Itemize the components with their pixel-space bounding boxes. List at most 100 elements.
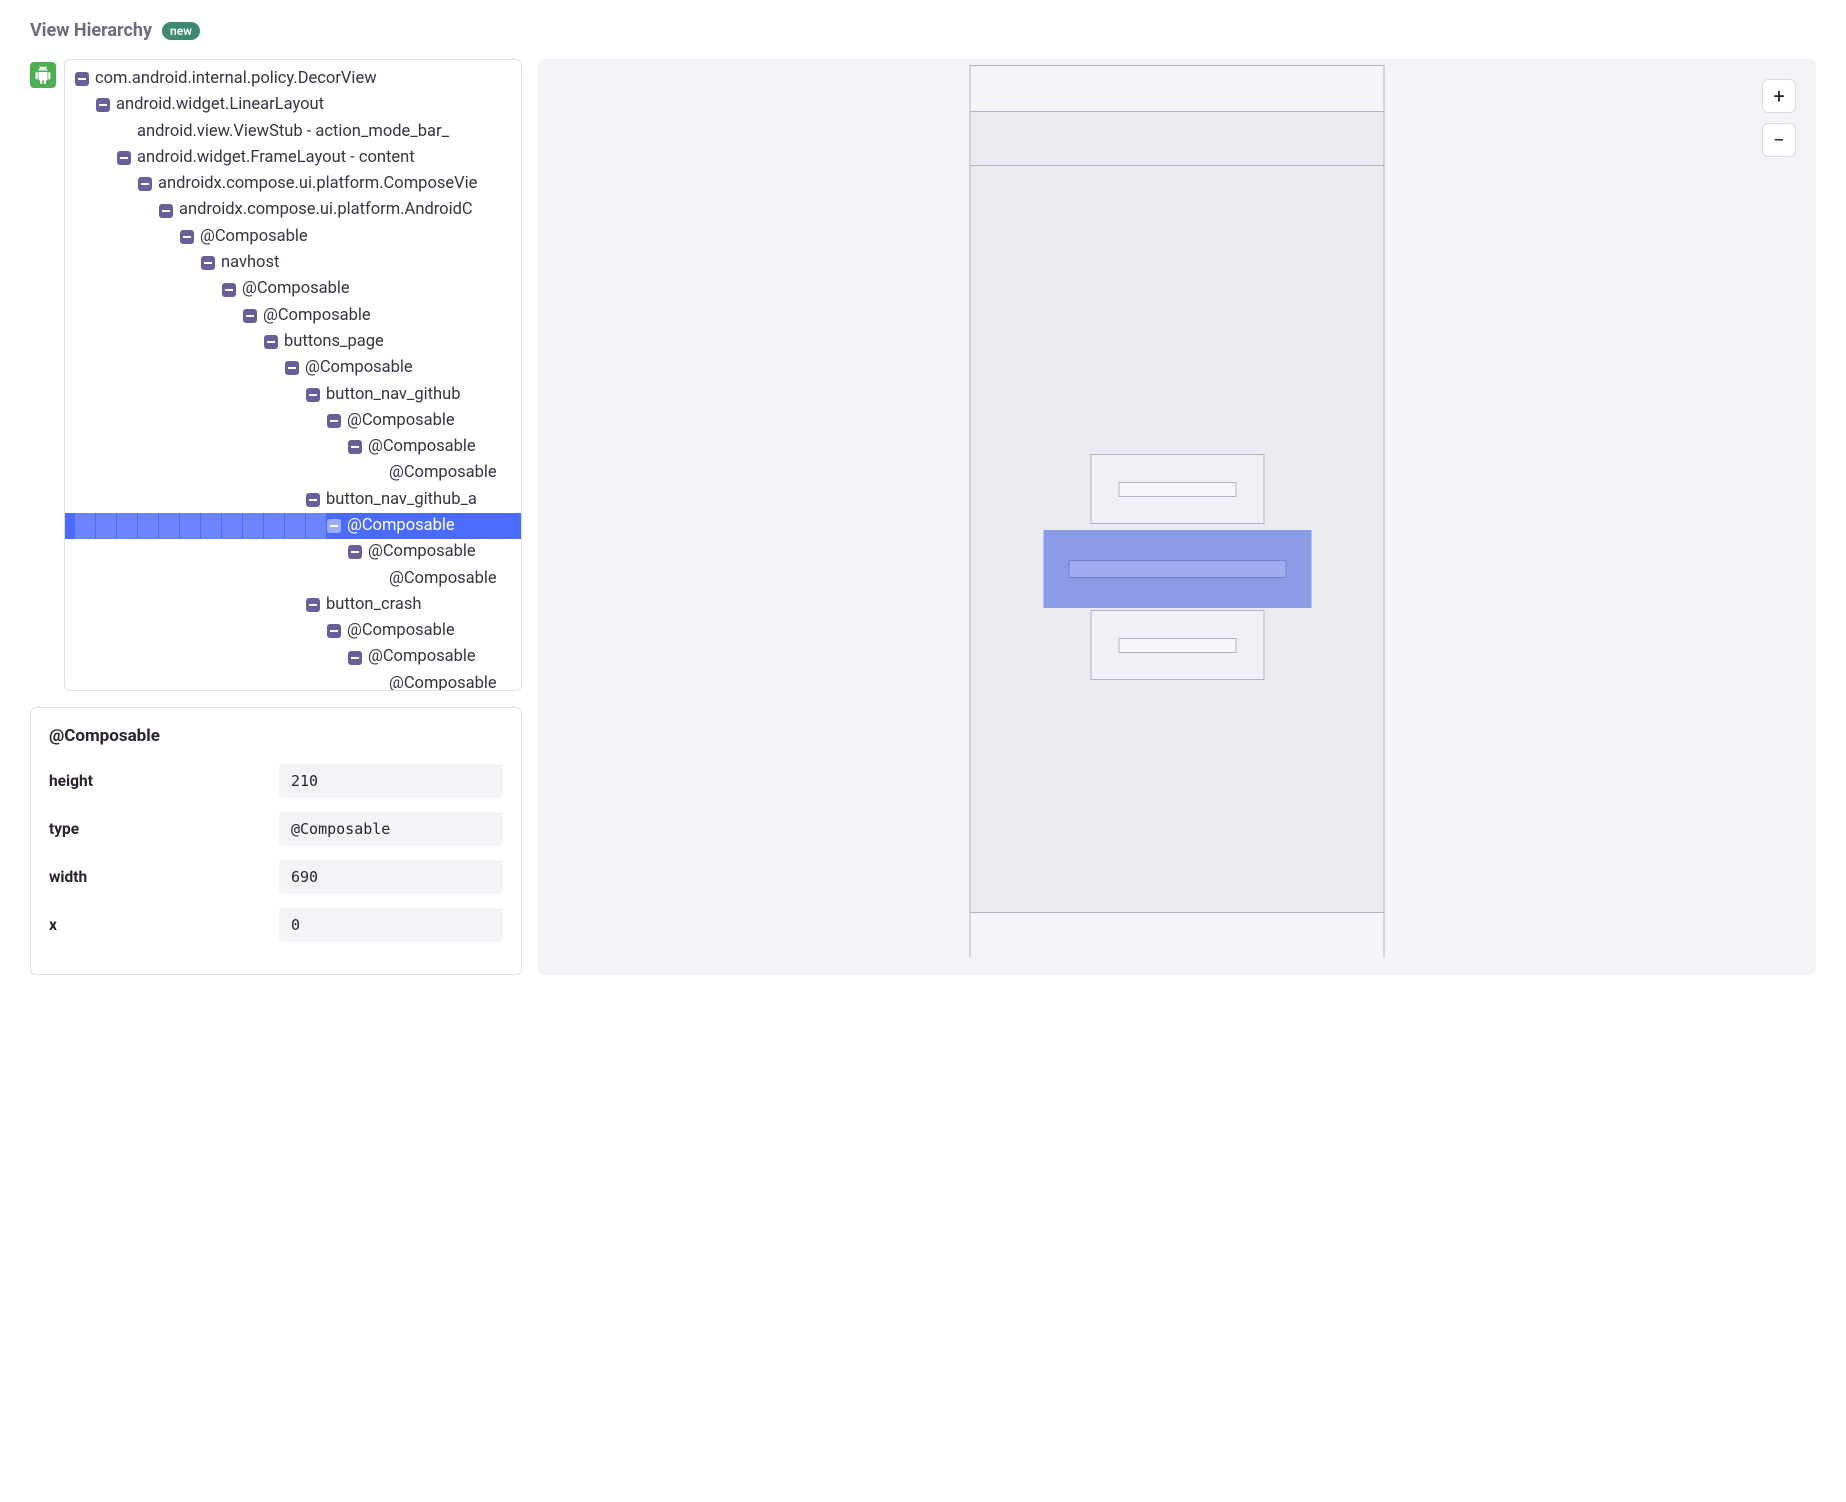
tree-row[interactable]: android.view.ViewStub - action_mode_bar_	[65, 119, 521, 145]
property-row: type@Composable	[49, 812, 503, 846]
tree-node-label: com.android.internal.policy.DecorView	[95, 66, 377, 92]
tree-row[interactable]: @Composable	[65, 618, 521, 644]
collapse-icon[interactable]	[117, 151, 131, 165]
android-icon	[30, 62, 56, 88]
collapse-icon[interactable]	[327, 414, 341, 428]
tree-row[interactable]: @Composable	[65, 460, 521, 486]
tree-row[interactable]: androidx.compose.ui.platform.AndroidC	[65, 197, 521, 223]
property-row: height210	[49, 764, 503, 798]
tree-node-label: @Composable	[347, 408, 455, 434]
tree-node-label: button_nav_github	[326, 382, 461, 408]
collapse-icon[interactable]	[285, 361, 299, 375]
tree-row[interactable]: @Composable	[65, 408, 521, 434]
tree-node-label: androidx.compose.ui.platform.AndroidC	[179, 197, 473, 223]
tree-row[interactable]: navhost	[65, 250, 521, 276]
collapse-icon[interactable]	[348, 440, 362, 454]
preview-button-1	[1090, 454, 1264, 524]
collapse-icon[interactable]	[306, 493, 320, 507]
tree-node-label: buttons_page	[284, 329, 384, 355]
device-frame	[970, 65, 1385, 957]
tree-node-label: button_nav_github_a	[326, 487, 477, 513]
tree-row[interactable]: androidx.compose.ui.platform.ComposeVie	[65, 171, 521, 197]
tree-node-label: button_crash	[326, 592, 421, 618]
zoom-in-button[interactable]: +	[1762, 79, 1796, 113]
preview-selected-element	[1043, 530, 1311, 608]
tree-node-label: android.view.ViewStub - action_mode_bar_	[137, 119, 449, 145]
tree-row[interactable]: @Composable	[65, 303, 521, 329]
main: com.android.internal.policy.DecorViewand…	[30, 59, 1816, 975]
tree-row[interactable]: @Composable	[65, 539, 521, 565]
tree-node-label: android.widget.FrameLayout - content	[137, 145, 415, 171]
tree-row[interactable]: @Composable	[65, 224, 521, 250]
tree-row[interactable]: @Composable	[65, 671, 521, 691]
collapse-icon[interactable]	[327, 519, 341, 533]
tree-node-label: @Composable	[368, 644, 476, 670]
tree-node-label: @Composable	[347, 618, 455, 644]
property-key: type	[49, 820, 279, 838]
tree-row[interactable]: button_crash	[65, 592, 521, 618]
header: View Hierarchy new	[30, 20, 1816, 41]
tree-node-label: navhost	[221, 250, 279, 276]
collapse-icon[interactable]	[75, 72, 89, 86]
collapse-icon[interactable]	[243, 309, 257, 323]
tree-node-label: @Composable	[200, 224, 308, 250]
device-content	[971, 166, 1384, 912]
tree-node-label: @Composable	[242, 276, 350, 302]
tree-row[interactable]: android.widget.FrameLayout - content	[65, 145, 521, 171]
tree-row[interactable]: button_nav_github_a	[65, 487, 521, 513]
property-value: 210	[279, 764, 503, 798]
tree-node-label: @Composable	[389, 460, 497, 486]
collapse-icon[interactable]	[201, 256, 215, 270]
collapse-icon[interactable]	[159, 204, 173, 218]
preview-panel[interactable]: + −	[538, 59, 1816, 975]
tree-node-label: @Composable	[347, 513, 455, 539]
property-row: width690	[49, 860, 503, 894]
collapse-icon[interactable]	[222, 283, 236, 297]
collapse-icon[interactable]	[327, 624, 341, 638]
tree-node-label: @Composable	[263, 303, 371, 329]
zoom-controls: + −	[1762, 79, 1796, 157]
tree-row[interactable]: @Composable	[65, 513, 521, 539]
collapse-icon[interactable]	[348, 545, 362, 559]
tree-row[interactable]: @Composable	[65, 645, 521, 671]
tree-row[interactable]: @Composable	[65, 434, 521, 460]
collapse-icon[interactable]	[348, 651, 362, 665]
tree-row[interactable]: com.android.internal.policy.DecorView	[65, 66, 521, 92]
tree-node-label: @Composable	[368, 434, 476, 460]
collapse-icon[interactable]	[264, 335, 278, 349]
collapse-icon[interactable]	[180, 230, 194, 244]
view-tree[interactable]: com.android.internal.policy.DecorViewand…	[65, 60, 521, 691]
property-key: height	[49, 772, 279, 790]
details-panel: @Composable height210type@Composablewidt…	[30, 707, 522, 975]
collapse-icon[interactable]	[138, 177, 152, 191]
tree-panel: com.android.internal.policy.DecorViewand…	[64, 59, 522, 691]
property-value: @Composable	[279, 812, 503, 846]
zoom-out-button[interactable]: −	[1762, 123, 1796, 157]
tree-row[interactable]: @Composable	[65, 355, 521, 381]
tree-row[interactable]: buttons_page	[65, 329, 521, 355]
tree-node-label: @Composable	[368, 539, 476, 565]
page-title: View Hierarchy	[30, 20, 152, 41]
tree-node-label: @Composable	[305, 355, 413, 381]
details-title: @Composable	[49, 726, 503, 746]
device-statusbar	[971, 66, 1384, 112]
property-value: 690	[279, 860, 503, 894]
collapse-icon[interactable]	[306, 598, 320, 612]
device-appbar	[971, 112, 1384, 166]
property-key: width	[49, 868, 279, 886]
tree-node-label: @Composable	[389, 671, 497, 691]
device-navbar	[971, 912, 1384, 958]
tree-row[interactable]: button_nav_github	[65, 382, 521, 408]
property-row: x0	[49, 908, 503, 942]
tree-row[interactable]: @Composable	[65, 566, 521, 592]
collapse-icon[interactable]	[306, 388, 320, 402]
tree-row[interactable]: @Composable	[65, 276, 521, 302]
property-value: 0	[279, 908, 503, 942]
new-badge: new	[162, 22, 200, 40]
tree-node-label: android.widget.LinearLayout	[116, 92, 324, 118]
tree-node-label: @Composable	[389, 566, 497, 592]
left-column: com.android.internal.policy.DecorViewand…	[30, 59, 522, 975]
collapse-icon[interactable]	[96, 98, 110, 112]
tree-row[interactable]: android.widget.LinearLayout	[65, 92, 521, 118]
property-key: x	[49, 916, 279, 934]
